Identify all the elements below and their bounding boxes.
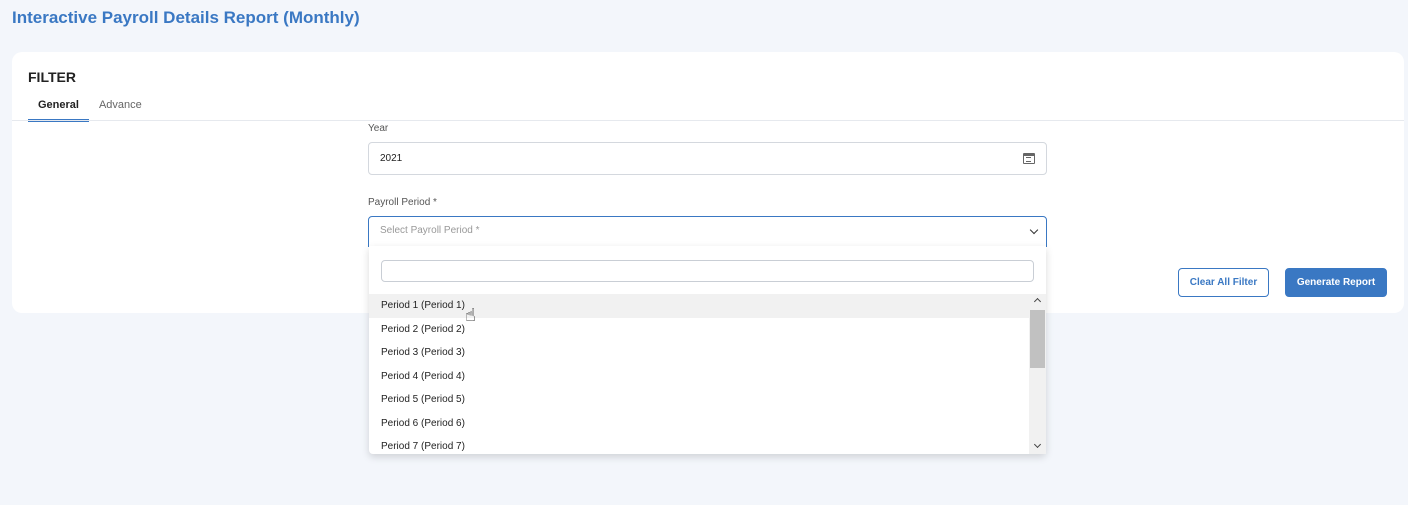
page-title: Interactive Payroll Details Report (Mont… — [12, 8, 360, 27]
tab-divider — [12, 120, 1404, 121]
filter-tabs: General Advance — [28, 98, 152, 122]
scroll-down-icon[interactable] — [1033, 440, 1042, 449]
tab-general[interactable]: General — [28, 98, 89, 122]
payroll-period-dropdown: Period 1 (Period 1) Period 2 (Period 2) … — [369, 246, 1046, 454]
dropdown-search-input[interactable] — [381, 260, 1034, 282]
scroll-thumb[interactable] — [1030, 310, 1045, 368]
calendar-icon[interactable] — [1023, 153, 1035, 164]
year-label: Year — [368, 123, 389, 134]
payroll-period-label: Payroll Period * — [368, 197, 437, 208]
option-period-6[interactable]: Period 6 (Period 6) — [369, 412, 1029, 436]
clear-all-filter-button[interactable]: Clear All Filter — [1178, 268, 1269, 297]
chevron-down-icon — [1029, 225, 1039, 235]
year-field[interactable]: 2021 — [368, 142, 1047, 175]
payroll-period-select[interactable]: Select Payroll Period * — [368, 216, 1047, 247]
year-value: 2021 — [380, 153, 403, 164]
filter-heading: FILTER — [28, 69, 76, 85]
tab-advance[interactable]: Advance — [89, 98, 152, 122]
payroll-period-placeholder: Select Payroll Period * — [380, 225, 480, 236]
option-period-3[interactable]: Period 3 (Period 3) — [369, 341, 1029, 365]
scroll-up-icon[interactable] — [1033, 297, 1042, 306]
option-period-4[interactable]: Period 4 (Period 4) — [369, 365, 1029, 389]
generate-report-button[interactable]: Generate Report — [1285, 268, 1387, 297]
dropdown-scrollbar[interactable] — [1029, 294, 1046, 454]
hand-cursor-icon: ☝ — [465, 305, 476, 325]
option-period-5[interactable]: Period 5 (Period 5) — [369, 388, 1029, 412]
option-period-7[interactable]: Period 7 (Period 7) — [369, 435, 1029, 459]
